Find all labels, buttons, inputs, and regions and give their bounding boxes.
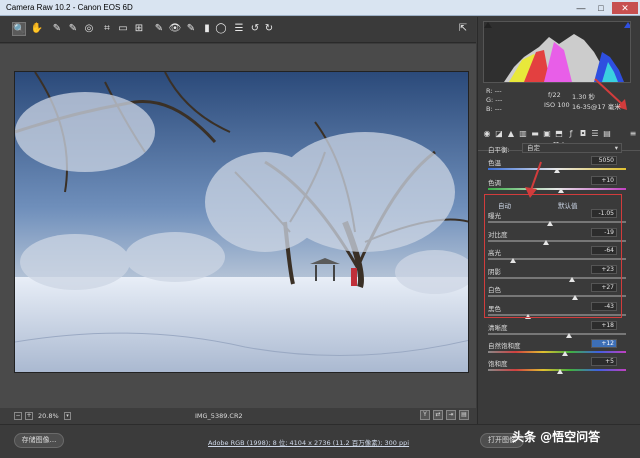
photo-preview[interactable]: [14, 71, 469, 373]
fullscreen-icon[interactable]: ⇱: [456, 22, 470, 36]
rotate-left-icon[interactable]: ↺: [248, 22, 262, 36]
preview-area: [0, 44, 476, 408]
tab-calibration-icon[interactable]: ◘: [578, 129, 588, 139]
hand-tool-icon[interactable]: ✋: [30, 22, 44, 36]
tab-tone-curve-icon[interactable]: ◪: [494, 129, 504, 139]
slider-label: 色温: [488, 159, 501, 167]
slider-thumb[interactable]: [556, 369, 563, 374]
save-image-button[interactable]: 存储图像...: [14, 433, 64, 448]
slider-value-field[interactable]: +12: [591, 339, 617, 348]
white-balance-label: 白平衡:: [488, 146, 510, 154]
slider-value-field[interactable]: +10: [591, 176, 617, 185]
slider-label: 自然饱和度: [488, 342, 521, 350]
red-eye-tool-icon[interactable]: 👁: [168, 22, 182, 36]
histogram: [483, 21, 631, 83]
slider-track[interactable]: [488, 351, 626, 353]
tab-effects-icon[interactable]: ƒ: [566, 129, 576, 139]
shutter-speed: 1.30 秒: [572, 93, 596, 101]
slider-label: 色调: [488, 179, 501, 187]
slider-thumb[interactable]: [566, 333, 573, 338]
radial-filter-icon[interactable]: ◯: [214, 22, 228, 36]
targeted-adjustment-tool-icon[interactable]: ◎: [82, 22, 96, 36]
iso: ISO 100: [544, 101, 570, 109]
rgb-b-readout: B: ---: [486, 105, 502, 113]
slider-label: 饱和度: [488, 360, 508, 368]
white-balance-select[interactable]: 自定 ▾: [522, 143, 622, 153]
watermark-text: 头条 @悟空问答: [512, 430, 601, 444]
spot-removal-tool-icon[interactable]: ✎: [152, 22, 166, 36]
slider-value-field[interactable]: +5: [591, 357, 617, 366]
tab-transform-icon[interactable]: ⬒: [554, 129, 564, 139]
watermark: 头条 @悟空问答: [506, 424, 640, 450]
tab-snapshots-icon[interactable]: ▤: [602, 129, 612, 139]
rgb-r-readout: R: ---: [486, 87, 502, 95]
lens: 16-35@17 毫米: [572, 103, 621, 111]
tab-presets-icon[interactable]: ☰: [590, 129, 600, 139]
minimize-button[interactable]: —: [572, 2, 590, 14]
preferences-icon[interactable]: ☰: [232, 22, 246, 36]
rotate-right-icon[interactable]: ↻: [262, 22, 276, 36]
slider-thumb[interactable]: [562, 351, 569, 356]
zoom-dropdown-icon[interactable]: ▾: [64, 412, 71, 420]
toggle-settings-icon[interactable]: ▤: [459, 410, 469, 420]
annotation-arrow-down-icon: [525, 161, 542, 198]
color-sampler-tool-icon[interactable]: ✎: [66, 22, 80, 36]
before-after-y-icon[interactable]: Y: [420, 410, 430, 420]
filename: IMG_5389.CR2: [195, 412, 243, 420]
workflow-options-link[interactable]: Adobe RGB (1998); 8 位; 4104 x 2736 (11.2…: [208, 437, 409, 447]
graduated-filter-icon[interactable]: ▮: [200, 22, 214, 36]
tab-hsl-icon[interactable]: ▥: [518, 129, 528, 139]
title-bar: Camera Raw 10.2 - Canon EOS 6D — □ ✕: [0, 0, 640, 16]
transform-tool-icon[interactable]: ⊞: [132, 22, 146, 36]
zoom-tool-icon[interactable]: 🔍: [12, 22, 26, 36]
camera-info: R: --- G: --- B: --- f/22 1.30 秒 ISO 100…: [484, 85, 634, 125]
maximize-button[interactable]: □: [592, 2, 610, 14]
straighten-tool-icon[interactable]: ▭: [116, 22, 130, 36]
slider-thumb[interactable]: [554, 168, 560, 173]
status-bar: − + 20.8% ▾ IMG_5389.CR2 Y ⇄ ⇥ ▤: [0, 408, 476, 424]
tab-lens-icon[interactable]: ▣: [542, 129, 552, 139]
close-button[interactable]: ✕: [612, 2, 638, 14]
slider-track[interactable]: [488, 188, 626, 190]
copy-settings-icon[interactable]: ⇥: [446, 410, 456, 420]
histogram-graph: [484, 22, 630, 82]
highlight-box: [484, 194, 622, 318]
slider-label: 清晰度: [488, 324, 508, 332]
white-balance-value: 自定: [527, 144, 540, 152]
slider-thumb[interactable]: [558, 188, 565, 193]
zoom-in-button[interactable]: +: [25, 412, 33, 420]
aperture: f/22: [548, 91, 561, 99]
slider-track[interactable]: [488, 333, 626, 335]
tab-split-toning-icon[interactable]: ▬: [530, 129, 540, 139]
adjustment-brush-icon[interactable]: ✎: [184, 22, 198, 36]
window-title: Camera Raw 10.2 - Canon EOS 6D: [6, 3, 133, 12]
tool-bar: 🔍 ✋ ✎ ✎ ◎ ⌗ ▭ ⊞ ✎ 👁 ✎ ▮ ◯ ☰ ↺ ↻ ⇱: [0, 17, 476, 43]
panel-tabs: ◉ ◪ ▲ ▥ ▬ ▣ ⬒ ƒ ◘ ☰ ▤ ≡: [480, 129, 640, 141]
crop-tool-icon[interactable]: ⌗: [100, 22, 114, 36]
zoom-out-button[interactable]: −: [14, 412, 22, 420]
white-balance-tool-icon[interactable]: ✎: [50, 22, 64, 36]
panel-menu-icon[interactable]: ≡: [628, 129, 638, 139]
tab-basic-icon[interactable]: ◉: [482, 129, 492, 139]
slider-value-field[interactable]: 5050: [591, 156, 617, 165]
rgb-g-readout: G: ---: [486, 96, 503, 104]
chevron-down-icon: ▾: [614, 144, 618, 152]
winter-landscape-image: [15, 72, 468, 372]
slider-value-field[interactable]: +18: [591, 321, 617, 330]
zoom-level[interactable]: 20.8%: [38, 412, 59, 420]
tab-detail-icon[interactable]: ▲: [506, 129, 516, 139]
swap-icon[interactable]: ⇄: [433, 410, 443, 420]
